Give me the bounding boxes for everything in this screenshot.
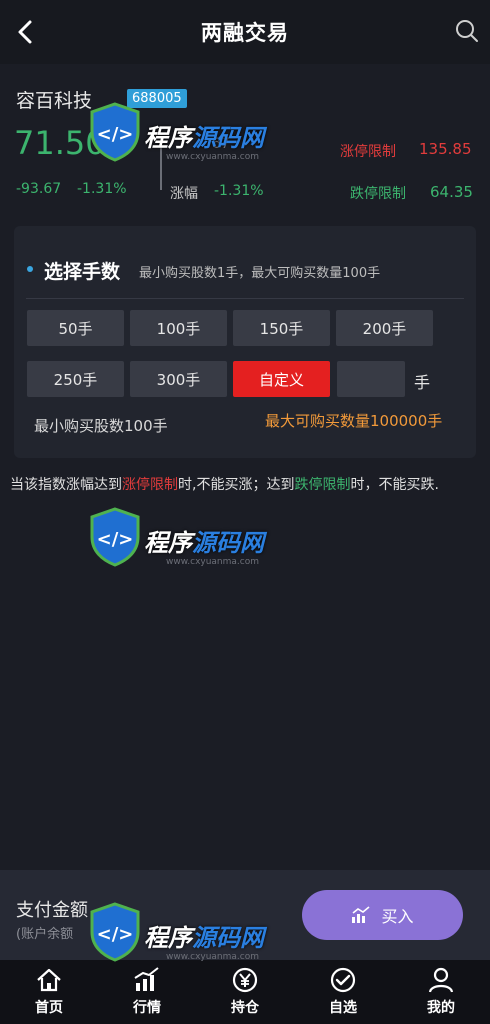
tab-mine-label: 我的 <box>427 1000 455 1016</box>
lot-option-200[interactable]: 200手 <box>336 310 433 346</box>
lot-option-250[interactable]: 250手 <box>27 361 124 397</box>
rise-label: 涨幅 <box>170 186 198 202</box>
notice-limit-down: 跌停限制 <box>294 477 351 493</box>
lot-option-300[interactable]: 300手 <box>130 361 227 397</box>
tab-mine[interactable]: 我的 <box>392 960 490 1024</box>
custom-lot-input[interactable] <box>337 361 405 397</box>
tab-position-label: 持仓 <box>231 1000 259 1016</box>
tab-home-label: 首页 <box>35 1000 63 1016</box>
search-icon[interactable] <box>452 16 482 46</box>
change-percent: -1.31% <box>77 181 127 197</box>
lot-option-50[interactable]: 50手 <box>27 310 124 346</box>
watermark-text-b: 源码网 <box>192 529 264 557</box>
top-nav-bar: 两融交易 <box>0 0 490 64</box>
lot-unit-label: 手 <box>414 373 431 392</box>
notice-text-1: 当该指数涨幅达到 <box>10 477 122 493</box>
stock-code-badge: 688005 <box>127 89 187 108</box>
divider-line <box>160 138 162 190</box>
market-chart-icon <box>134 967 159 991</box>
tab-home[interactable]: 首页 <box>0 960 98 1024</box>
notice-text-2: 时,不能买涨；达到 <box>178 477 295 493</box>
stock-info-panel: 容百科技 688005 71.50 -93.67 -1.31% 67 涨幅 -1… <box>0 64 490 214</box>
section-title: 选择手数 <box>44 261 121 283</box>
lot-option-150[interactable]: 150手 <box>233 310 330 346</box>
tab-watchlist[interactable]: 自选 <box>294 960 392 1024</box>
section-divider <box>26 298 464 299</box>
change-amount: -93.67 <box>16 181 62 197</box>
tab-market[interactable]: 行情 <box>98 960 196 1024</box>
lot-option-custom[interactable]: 自定义 <box>233 361 330 397</box>
current-price: 71.50 <box>14 124 106 162</box>
payment-bar: 支付金额 (账户余额 买入 <box>0 870 490 960</box>
user-icon <box>428 967 454 993</box>
section-hint: 最小购买股数1手，最大可购买数量100手 <box>139 266 381 281</box>
page-title: 两融交易 <box>201 21 289 45</box>
watermark-text-a: 程序 <box>144 529 192 557</box>
notice-limit-up: 涨停限制 <box>122 477 178 493</box>
rise-percent: -1.31% <box>214 183 264 199</box>
min-purchase-note: 最小购买股数100手 <box>34 417 168 435</box>
tab-market-label: 行情 <box>133 1000 161 1016</box>
bullet-dot <box>27 266 33 272</box>
trend-chart-icon <box>352 906 370 923</box>
partial-value: 67 <box>212 136 230 152</box>
home-icon <box>37 968 61 992</box>
limit-notice: 当该指数涨幅达到涨停限制时,不能买涨；达到跌停限制时，不能买跌. <box>10 472 484 499</box>
tab-position[interactable]: 持仓 <box>196 960 294 1024</box>
max-purchase-note: 最大可购买数量100000手 <box>265 412 443 430</box>
lot-option-100[interactable]: 100手 <box>130 310 227 346</box>
svg-text:</>: </> <box>97 529 134 550</box>
check-circle-icon <box>330 967 356 993</box>
buy-button-label: 买入 <box>381 907 414 926</box>
watermark-2: </> 程序源码网 www.cxyuanma.com <box>88 505 308 585</box>
notice-text-3: 时，不能买跌. <box>350 477 439 493</box>
bottom-tab-bar: 首页 行情 持仓 自选 我的 <box>0 960 490 1024</box>
limit-down-label: 跌停限制 <box>350 186 406 202</box>
back-arrow-icon[interactable] <box>10 16 42 48</box>
yen-position-icon <box>232 967 258 993</box>
tab-watchlist-label: 自选 <box>329 1000 357 1016</box>
account-balance: (账户余额 <box>16 927 74 942</box>
limit-down-value: 64.35 <box>430 183 473 201</box>
limit-up-label: 涨停限制 <box>340 144 396 160</box>
shield-logo-icon: </> <box>90 507 140 567</box>
stock-name: 容百科技 <box>16 90 93 112</box>
pay-amount-label: 支付金额 <box>16 900 88 921</box>
lot-selection-card: 选择手数 最小购买股数1手，最大可购买数量100手 50手 100手 150手 … <box>14 226 476 458</box>
limit-up-value: 135.85 <box>419 140 472 158</box>
watermark-url: www.cxyuanma.com <box>166 557 260 567</box>
buy-button[interactable]: 买入 <box>302 890 463 940</box>
